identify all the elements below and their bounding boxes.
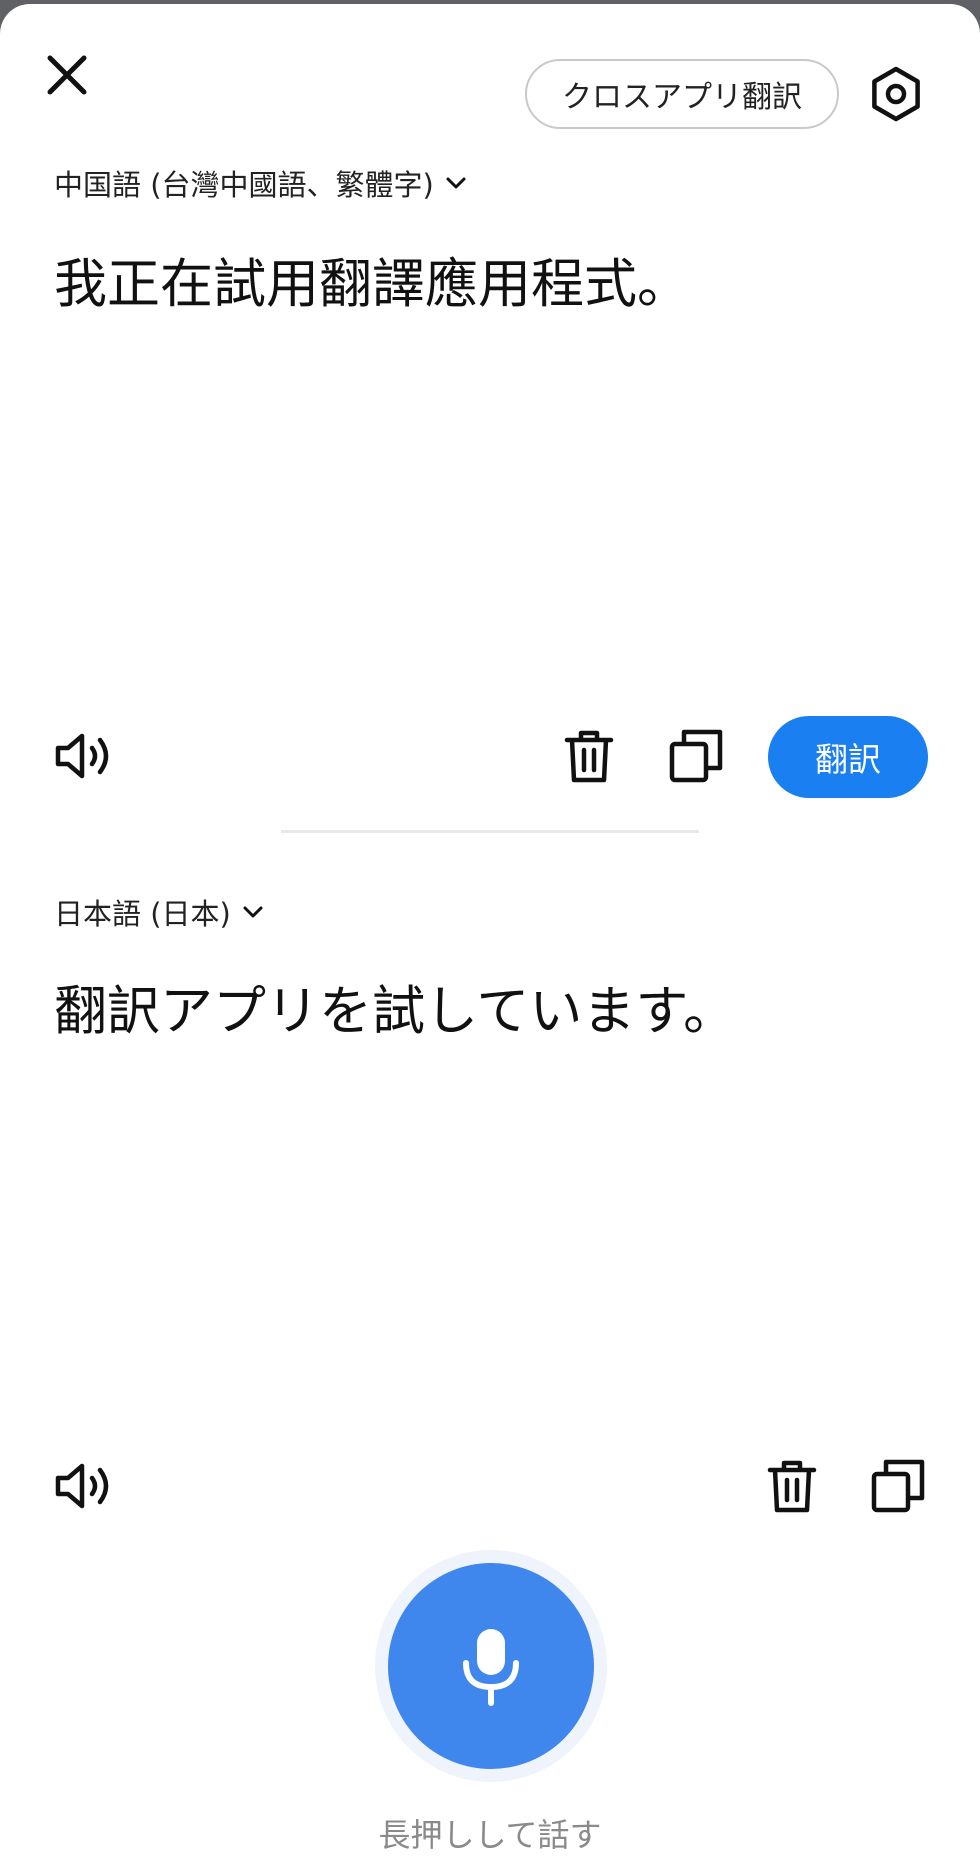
hold-to-speak-hint: 長押しして話す bbox=[378, 1816, 602, 1854]
microphone-button[interactable] bbox=[388, 1563, 594, 1769]
source-copy-button[interactable] bbox=[666, 726, 726, 786]
target-speak-button[interactable] bbox=[54, 1456, 114, 1516]
cross-app-translate-button[interactable]: クロスアプリ翻訳 bbox=[525, 59, 839, 129]
microphone-icon bbox=[463, 1629, 519, 1706]
chevron-down-icon bbox=[243, 906, 263, 918]
cross-app-translate-label: クロスアプリ翻訳 bbox=[562, 80, 802, 115]
source-delete-button[interactable] bbox=[559, 726, 619, 786]
translate-button[interactable]: 翻訳 bbox=[768, 716, 928, 798]
source-speak-button[interactable] bbox=[54, 726, 114, 786]
target-delete-button[interactable] bbox=[762, 1456, 822, 1516]
translated-text: 翻訳アプリを試しています。 bbox=[54, 981, 737, 1042]
speaker-icon bbox=[55, 733, 109, 779]
target-copy-button[interactable] bbox=[868, 1456, 928, 1516]
target-language-selector[interactable]: 日本語 (日本) bbox=[54, 891, 265, 933]
trash-icon bbox=[767, 1460, 817, 1513]
copy-icon bbox=[669, 729, 723, 783]
source-language-selector[interactable]: 中国語 (台灣中國語、繁體字) bbox=[54, 162, 468, 204]
trash-icon bbox=[564, 730, 614, 783]
settings-button[interactable] bbox=[868, 66, 924, 122]
speaker-icon bbox=[55, 1463, 109, 1509]
hexagon-settings-icon bbox=[872, 66, 920, 122]
section-divider bbox=[281, 830, 699, 833]
source-text[interactable]: 我正在試用翻譯應用程式。 bbox=[54, 252, 926, 318]
translate-button-label: 翻訳 bbox=[815, 740, 881, 779]
close-button[interactable] bbox=[44, 52, 90, 98]
translator-sheet: クロスアプリ翻訳 中国語 (台灣中國語、繁體字) 我正在試用翻譯應用程式。 翻訳… bbox=[0, 4, 980, 1871]
source-language-label: 中国語 (台灣中國語、繁體字) bbox=[54, 168, 434, 202]
copy-icon bbox=[871, 1459, 925, 1513]
chevron-down-icon bbox=[446, 177, 466, 189]
close-icon bbox=[47, 55, 87, 95]
target-language-label: 日本語 (日本) bbox=[54, 897, 231, 931]
